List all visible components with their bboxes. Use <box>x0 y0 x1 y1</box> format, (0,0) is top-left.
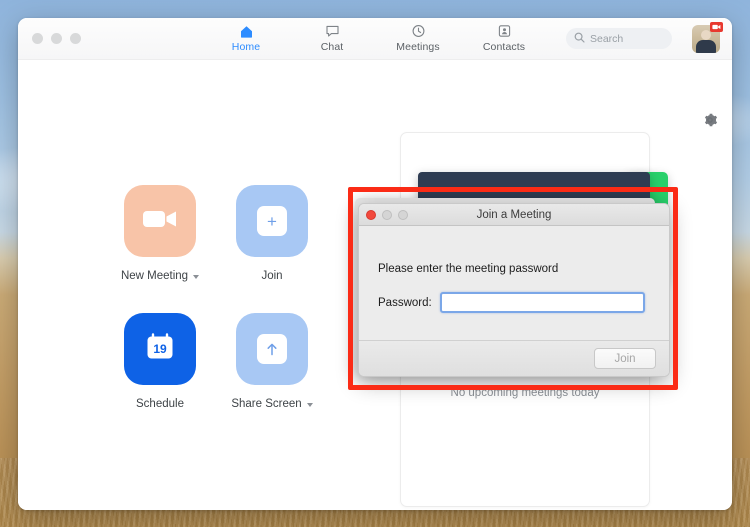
tab-meetings-label: Meetings <box>396 41 440 53</box>
account-avatar-button[interactable] <box>692 22 723 53</box>
password-row: Password: <box>378 292 645 313</box>
video-camera-icon <box>142 207 178 236</box>
schedule-tile[interactable]: 19 <box>124 313 196 385</box>
calendar-icon: 19 <box>144 331 176 368</box>
home-action-grid: New Meeting + Join 19 Schedule Share Scr… <box>104 185 328 441</box>
join-tile[interactable]: + <box>236 185 308 257</box>
join-a-meeting-dialog: Join a Meeting Please enter the meeting … <box>358 203 670 377</box>
new-meeting-tile[interactable] <box>124 185 196 257</box>
join-button[interactable]: Join <box>594 348 656 369</box>
dialog-titlebar: Join a Meeting <box>359 204 669 226</box>
action-schedule[interactable]: 19 Schedule <box>104 313 216 441</box>
dialog-footer: Join <box>359 340 669 376</box>
dialog-maximize-button <box>398 210 408 220</box>
svg-text:19: 19 <box>153 342 167 356</box>
video-camera-badge-icon <box>710 22 723 32</box>
dialog-minimize-button <box>382 210 392 220</box>
share-screen-label: Share Screen <box>231 398 302 410</box>
action-share-screen[interactable]: Share Screen <box>216 313 328 441</box>
share-screen-tile[interactable] <box>236 313 308 385</box>
search-icon <box>574 30 585 48</box>
tab-chat[interactable]: Chat <box>304 22 360 53</box>
gear-icon[interactable] <box>702 112 718 128</box>
dialog-message: Please enter the meeting password <box>378 263 559 275</box>
no-upcoming-meetings-text: No upcoming meetings today <box>450 387 600 399</box>
new-meeting-label: New Meeting <box>120 270 189 282</box>
tab-contacts[interactable]: Contacts <box>476 22 532 53</box>
dialog-close-button[interactable] <box>366 210 376 220</box>
chevron-down-icon[interactable] <box>306 403 313 407</box>
up-arrow-icon <box>257 334 287 364</box>
home-panel: No upcoming meetings today New Meeting +… <box>18 60 732 510</box>
search-input[interactable] <box>590 32 664 45</box>
plus-icon: + <box>257 206 287 236</box>
clock-icon <box>411 22 426 39</box>
new-meeting-label-row: New Meeting <box>120 270 200 282</box>
schedule-label: Schedule <box>136 398 184 410</box>
action-join[interactable]: + Join <box>216 185 328 313</box>
chevron-down-icon[interactable] <box>193 275 200 279</box>
tab-meetings[interactable]: Meetings <box>390 22 446 53</box>
chat-icon <box>325 22 340 39</box>
share-screen-label-row: Share Screen <box>231 398 313 410</box>
search-box[interactable] <box>566 28 672 49</box>
window-titlebar: Home Chat Meetings Contacts Search <box>18 18 732 60</box>
dialog-traffic-lights[interactable] <box>366 210 408 220</box>
dialog-content: Please enter the meeting password Passwo… <box>359 226 669 340</box>
schedule-label-row: Schedule <box>136 398 184 410</box>
password-label: Password: <box>378 296 432 309</box>
join-label: Join <box>261 270 283 282</box>
tab-contacts-label: Contacts <box>482 41 526 53</box>
desktop-background: Home Chat Meetings Contacts Search No up… <box>0 0 750 527</box>
home-icon <box>239 22 254 39</box>
contacts-icon <box>497 22 512 39</box>
tab-chat-label: Chat <box>320 41 344 53</box>
tab-home[interactable]: Home <box>218 22 274 53</box>
join-label-row: Join <box>261 270 282 282</box>
zoom-main-window: Home Chat Meetings Contacts Search No up… <box>18 18 732 510</box>
action-new-meeting[interactable]: New Meeting <box>104 185 216 313</box>
dialog-title: Join a Meeting <box>476 208 552 221</box>
tab-home-label: Home <box>231 41 261 53</box>
password-input[interactable] <box>439 292 645 313</box>
